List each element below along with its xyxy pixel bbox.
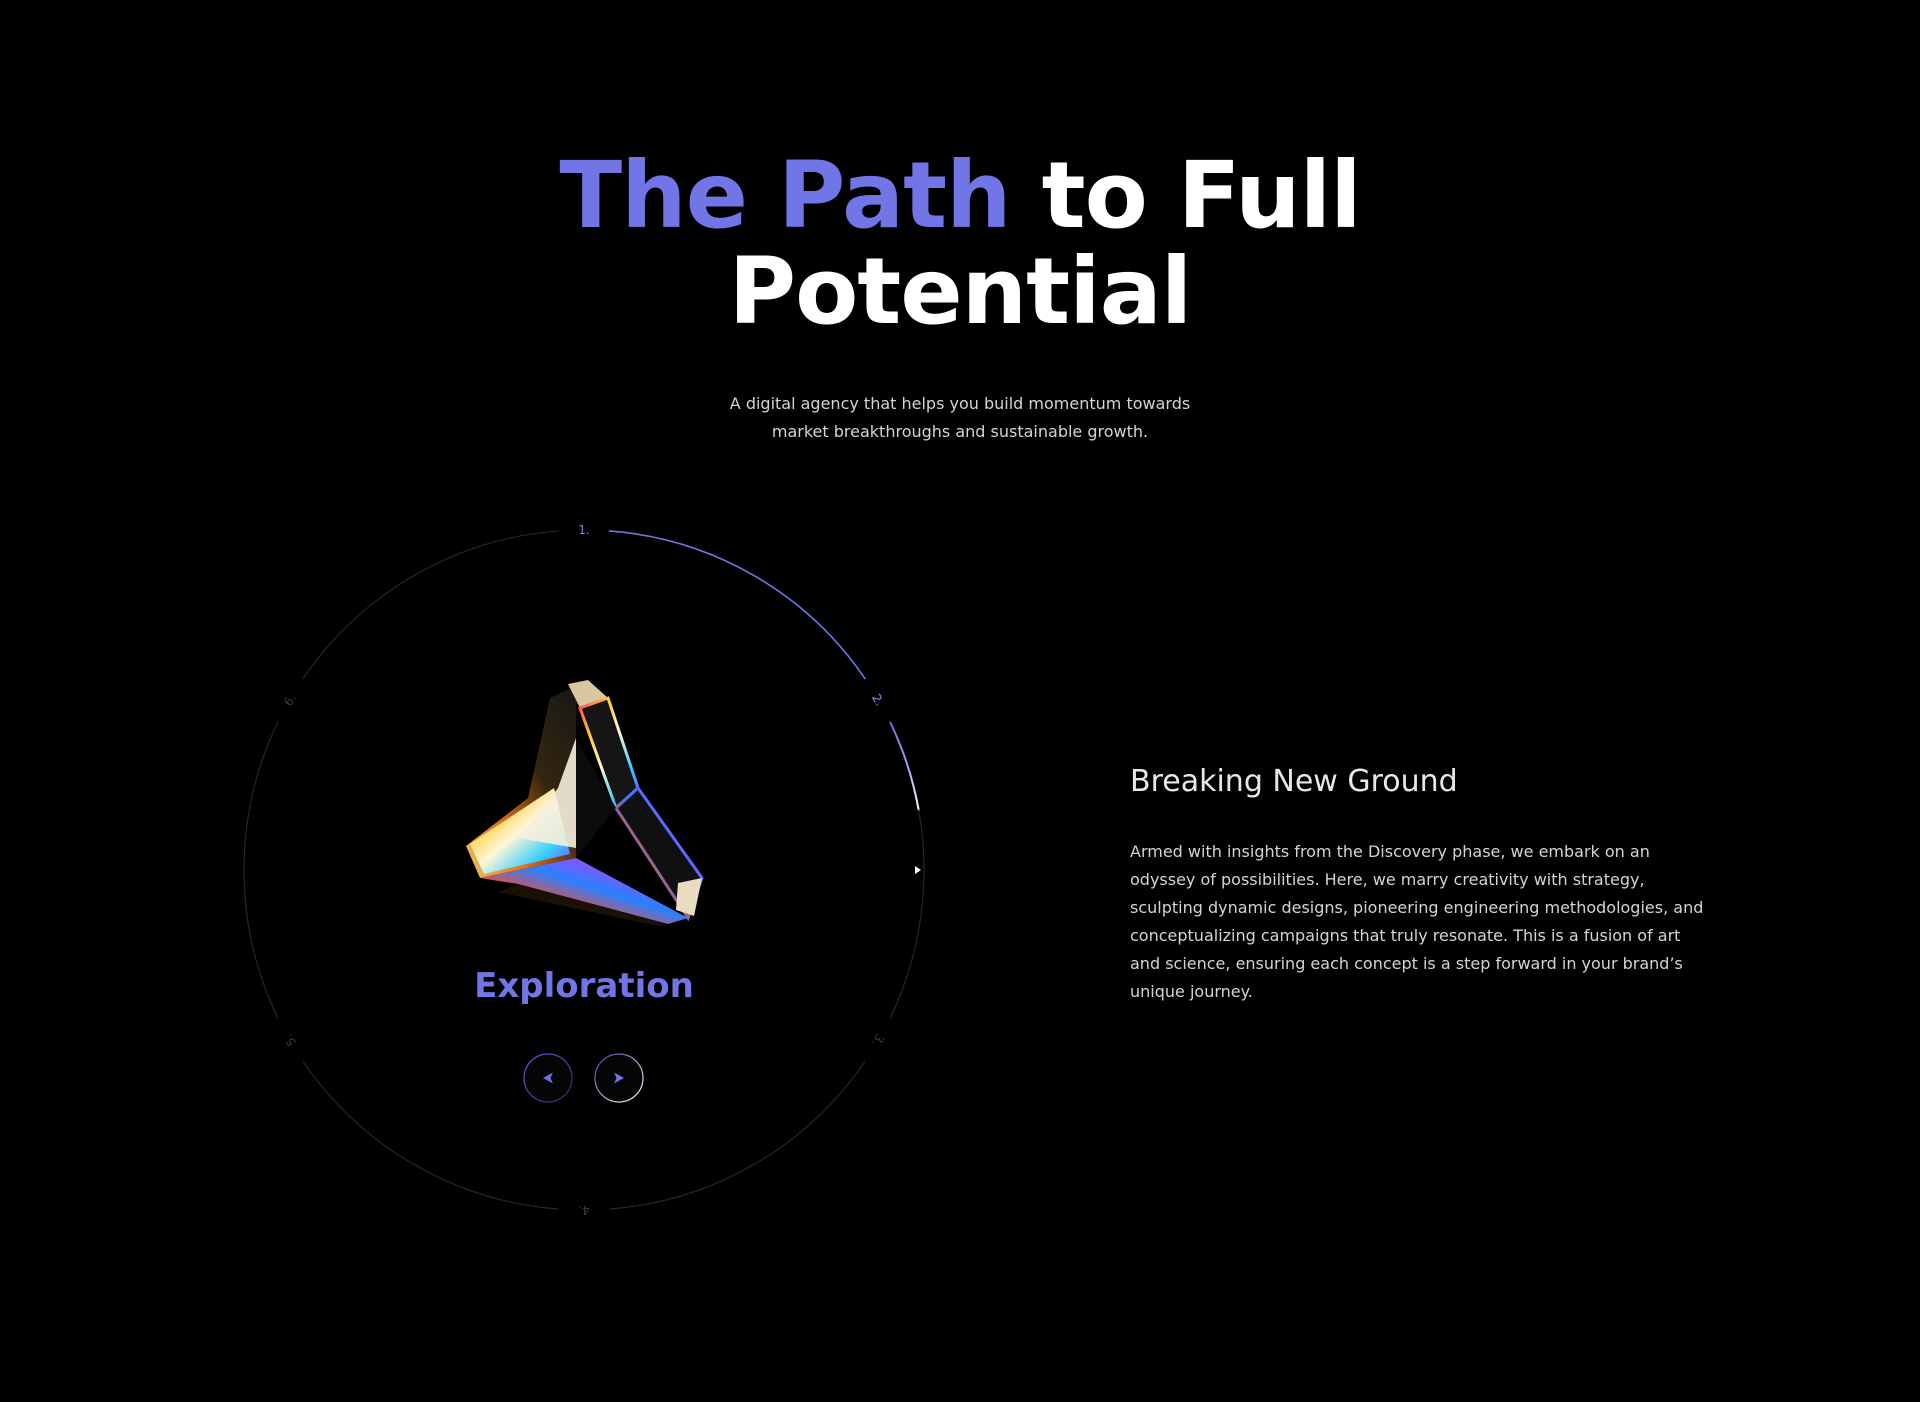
hero-title-accent: The Path — [559, 142, 1011, 249]
hero-title-line2: Potential — [728, 238, 1193, 345]
process-wheel: 1. 2. 3. 4. 5. 6. Exploration — [240, 523, 928, 1217]
arrow-left-icon — [523, 1053, 573, 1103]
prism-shape-image — [466, 680, 704, 926]
previous-step-button[interactable] — [523, 1053, 573, 1103]
progress-marker-icon — [915, 866, 921, 874]
arrow-right-icon — [594, 1053, 644, 1103]
next-step-button[interactable] — [594, 1053, 644, 1103]
ring-segment-complete — [608, 530, 866, 680]
hero-subtitle-line2: market breakthroughs and sustainable gro… — [771, 422, 1149, 441]
ring-segment — [302, 530, 560, 680]
stage-detail-text: Armed with insights from the Discovery p… — [1130, 842, 1704, 1001]
ring-segment-progress — [889, 721, 920, 812]
hero-subtitle: A digital agency that helps you build mo… — [0, 390, 1920, 446]
hero-title: The Path to Full Potential — [0, 148, 1920, 340]
stage-detail-title: Breaking New Ground — [1130, 764, 1458, 799]
stage-detail: Breaking New Ground Armed with insights … — [1130, 762, 1706, 1006]
current-stage-title: Exploration — [474, 966, 694, 1006]
hero-subtitle-line1: A digital agency that helps you build mo… — [729, 394, 1191, 413]
step-number-4[interactable]: 4. — [572, 1203, 596, 1217]
ring-segment — [302, 1060, 560, 1210]
hero-section: The Path to Full Potential A digital age… — [0, 148, 1920, 442]
hero-title-rest: to Full — [1010, 142, 1362, 249]
step-number-1[interactable]: 1. — [572, 523, 596, 537]
ring-segment — [608, 1060, 866, 1210]
